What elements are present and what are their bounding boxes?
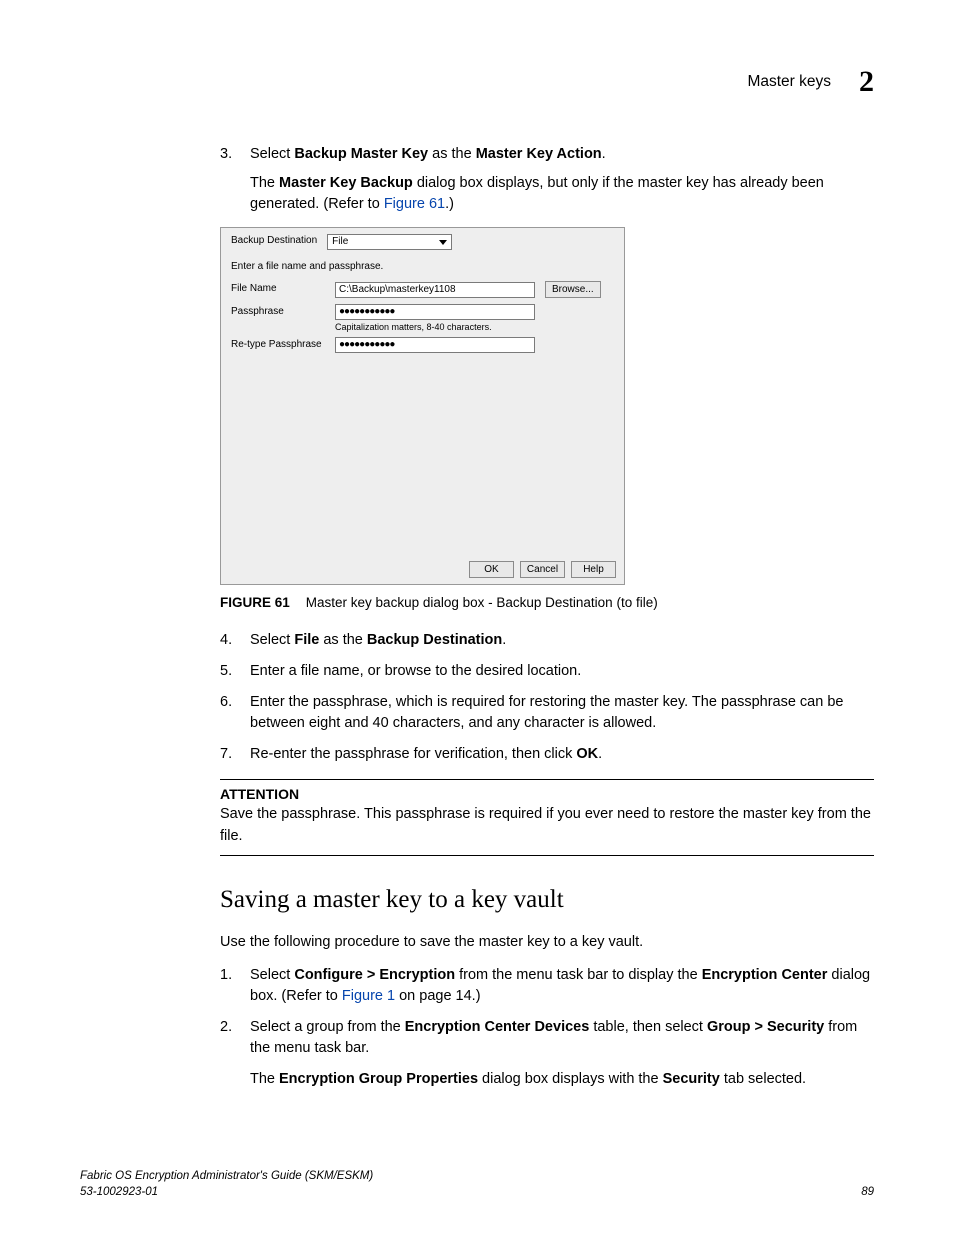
step-body: Enter the passphrase, which is required … [250,692,874,734]
retype-row: Re-type Passphrase ●●●●●●●●●●● [221,334,624,356]
backup-destination-value: File [328,236,348,247]
step-body: Enter a file name, or browse to the desi… [250,661,874,682]
footer-doc-id: 53-1002923-01 [80,1184,373,1201]
master-key-backup-dialog: Backup Destination File Enter a file nam… [220,227,625,585]
file-name-label: File Name [231,282,329,297]
file-name-input[interactable]: C:\Backup\masterkey1108 [335,282,535,298]
footer-left: Fabric OS Encryption Administrator's Gui… [80,1168,373,1201]
section-heading: Saving a master key to a key vault [220,882,874,918]
browse-button[interactable]: Browse... [545,281,601,298]
step-number: 4. [220,630,236,651]
step-body: Select Backup Master Key as the Master K… [250,144,874,215]
s2-step2-line1: Select a group from the Encryption Cente… [250,1017,874,1059]
page-number: 89 [861,1184,874,1201]
ok-button[interactable]: OK [469,561,514,578]
step-body: Select Configure > Encryption from the m… [250,965,874,1007]
page-footer: Fabric OS Encryption Administrator's Gui… [80,1168,874,1201]
step-number: 2. [220,1017,236,1090]
backup-destination-row: Backup Destination File [221,228,624,250]
dialog-footer: OK Cancel Help [221,555,624,584]
chapter-number: 2 [859,60,874,104]
figure-61-link[interactable]: Figure 61 [384,196,445,212]
procedure-steps-section2: 1. Select Configure > Encryption from th… [220,965,874,1090]
step-number: 5. [220,661,236,682]
attention-title: ATTENTION [220,784,874,804]
step-number: 3. [220,144,236,215]
dialog-spacer [221,356,624,554]
step-5: 5. Enter a file name, or browse to the d… [220,661,874,682]
s2-step2-line2: The Encryption Group Properties dialog b… [250,1069,874,1090]
step-body: Select a group from the Encryption Cente… [250,1017,874,1090]
header-title: Master keys [747,71,831,93]
cancel-button[interactable]: Cancel [520,561,565,578]
passphrase-row: Passphrase ●●●●●●●●●●● [221,301,624,323]
page-header: Master keys 2 [80,60,874,104]
step3-line2: The Master Key Backup dialog box display… [250,173,874,215]
step-4: 4. Select File as the Backup Destination… [220,630,874,651]
step-6: 6. Enter the passphrase, which is requir… [220,692,874,734]
passphrase-label: Passphrase [231,305,329,320]
section-intro: Use the following procedure to save the … [220,932,874,953]
attention-block: ATTENTION Save the passphrase. This pass… [220,779,874,855]
figure-1-link[interactable]: Figure 1 [342,988,395,1004]
dialog-prompt: Enter a file name and passphrase. [221,250,624,279]
backup-destination-select[interactable]: File [327,234,452,250]
figure-caption: FIGURE 61 Master key backup dialog box - … [220,593,874,613]
procedure-steps-part1: 3. Select Backup Master Key as the Maste… [220,144,874,215]
s2-step-2: 2. Select a group from the Encryption Ce… [220,1017,874,1090]
procedure-steps-part2: 4. Select File as the Backup Destination… [220,630,874,765]
step-number: 7. [220,744,236,765]
step-body: Re-enter the passphrase for verification… [250,744,874,765]
passphrase-input[interactable]: ●●●●●●●●●●● [335,304,535,320]
help-button[interactable]: Help [571,561,616,578]
step-body: Select File as the Backup Destination. [250,630,874,651]
figure-text: Master key backup dialog box - Backup De… [306,595,658,610]
s2-step-1: 1. Select Configure > Encryption from th… [220,965,874,1007]
file-name-row: File Name C:\Backup\masterkey1108 Browse… [221,278,624,301]
attention-text: Save the passphrase. This passphrase is … [220,804,874,846]
step-3: 3. Select Backup Master Key as the Maste… [220,144,874,215]
figure-number: FIGURE 61 [220,595,290,610]
retype-label: Re-type Passphrase [231,338,329,353]
footer-doc-title: Fabric OS Encryption Administrator's Gui… [80,1168,373,1185]
step-number: 1. [220,965,236,1007]
step-number: 6. [220,692,236,734]
step3-line1: Select Backup Master Key as the Master K… [250,144,874,165]
content: 3. Select Backup Master Key as the Maste… [220,144,874,1090]
step-7: 7. Re-enter the passphrase for verificat… [220,744,874,765]
retype-input[interactable]: ●●●●●●●●●●● [335,337,535,353]
passphrase-hint: Capitalization matters, 8-40 characters. [221,321,624,334]
backup-destination-label: Backup Destination [231,234,317,249]
